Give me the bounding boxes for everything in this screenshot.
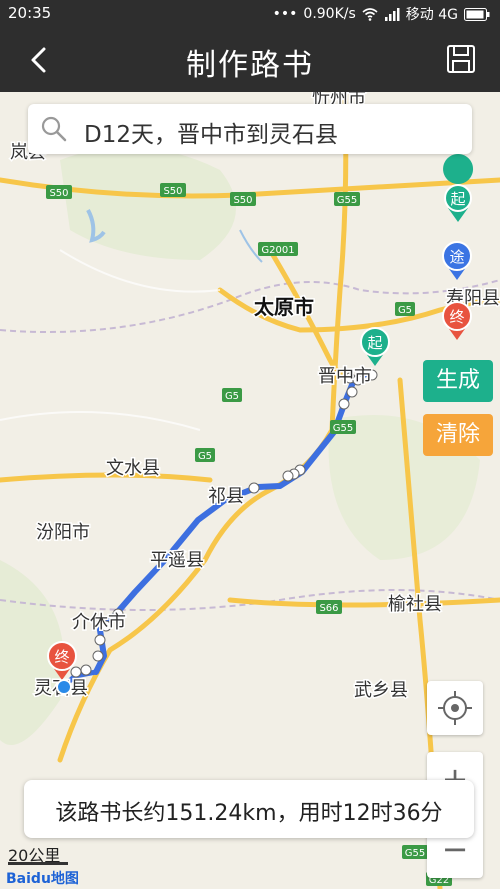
wifi-icon [362,8,378,21]
search-bar[interactable]: D12天，晋中市到灵石县 [28,104,472,154]
status-bar: 20:35 ••• 0.90K/s 移动 4G [0,0,500,28]
battery-icon [464,7,490,21]
app-header: 制作路书 [0,28,500,92]
more-dots-icon: ••• [272,6,298,22]
place-label: 文水县 [106,458,160,479]
road-shield: G55 [405,848,425,859]
place-label: 平遥县 [150,550,204,571]
route-summary: 该路书长约151.24km，用时12时36分 [24,780,474,838]
road-shield: S50 [163,186,182,197]
signal-icon [384,8,400,21]
map-canvas[interactable]: S50 S50 S50 G55 G2001 G5 G5 G5 G55 S66 G… [0,92,500,889]
status-right: ••• 0.90K/s 移动 4G [273,4,490,24]
place-label: 太原市 [254,295,314,319]
search-icon [41,116,67,142]
road-shield: G5 [398,305,412,316]
road-shield: G55 [337,195,357,206]
road-shield: G55 [333,423,353,434]
crosshair-icon [438,691,472,725]
generate-button[interactable]: 生成 [423,360,493,402]
road-shield: G5 [198,451,212,462]
locate-button[interactable] [427,681,483,735]
place-label: 晋中市 [318,366,372,387]
route-summary-text: 该路书长约151.24km，用时12时36分 [55,801,443,826]
road-shield: G5 [225,391,239,402]
place-label: 榆社县 [388,594,442,615]
clear-button[interactable]: 清除 [423,414,493,456]
network-speed: 0.90K/s [303,6,356,22]
start-marker-label: 起 [450,190,465,208]
search-text: D12天，晋中市到灵石县 [84,122,338,148]
save-icon[interactable] [446,44,476,74]
route-start-marker-label: 起 [367,334,382,352]
place-label: 武乡县 [354,680,408,701]
road-shield: S66 [319,603,338,614]
via-marker-label: 途 [449,248,464,266]
status-time: 20:35 [8,4,52,22]
road-shield: S50 [233,195,252,206]
road-shield: S50 [49,188,68,199]
place-label: 祁县 [208,486,244,507]
road-shield: G2001 [261,245,294,256]
route-end-marker-label: 终 [54,648,69,666]
map-scale-bar [8,862,68,865]
carrier-label: 移动 4G [405,7,458,23]
place-label: 汾阳市 [36,522,90,543]
place-label: 介休市 [72,612,126,633]
my-location-dot-icon [56,679,72,695]
page-title: 制作路书 [186,48,314,83]
end-marker-label: 终 [449,308,464,326]
baidu-map-logo: Baidu地图 [6,871,79,887]
